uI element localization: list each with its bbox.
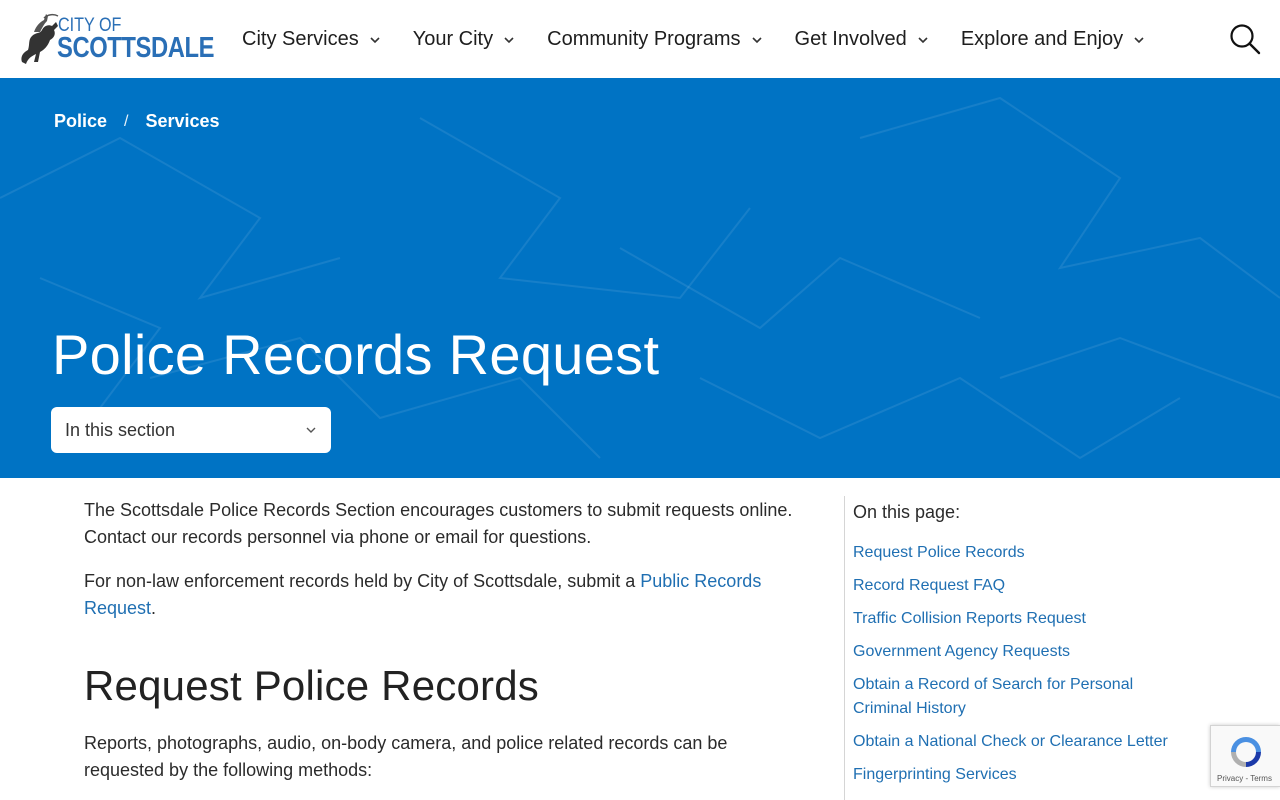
chevron-down-icon	[751, 37, 762, 44]
sidebar-link-government-agency[interactable]: Government Agency Requests	[853, 640, 1183, 664]
site-header: CITY OF SCOTTSDALE City Services Your Ci…	[0, 0, 1280, 78]
breadcrumb: Police / Services	[54, 111, 220, 132]
sidebar-title: On this page:	[853, 502, 961, 522]
nav-community-programs[interactable]: Community Programs	[547, 28, 763, 51]
logo-scottsdale: SCOTTSDALE	[57, 32, 215, 64]
dropdown-value: In this section	[65, 419, 176, 440]
paragraph-text: For non-law enforcement records held by …	[84, 571, 641, 591]
nav-get-involved[interactable]: Get Involved	[795, 28, 930, 51]
city-logo[interactable]: CITY OF SCOTTSDALE	[14, 12, 214, 68]
nav-label: Explore and Enjoy	[960, 27, 1124, 50]
breadcrumb-services[interactable]: Services	[145, 111, 219, 132]
page-title: Police Records Request	[52, 323, 660, 386]
recaptcha-icon	[1231, 737, 1261, 767]
sidebar-link-request-police-records[interactable]: Request Police Records	[853, 541, 1183, 565]
nav-label: Community Programs	[547, 27, 741, 50]
chevron-down-icon	[1134, 37, 1144, 44]
nav-label: Get Involved	[794, 27, 907, 50]
nav-your-city[interactable]: Your City	[413, 28, 516, 51]
sidebar-link-fingerprinting[interactable]: Fingerprinting Services	[853, 763, 1183, 787]
bronco-rider-icon	[21, 13, 59, 64]
breadcrumb-separator: /	[124, 112, 129, 130]
search-icon[interactable]	[1228, 22, 1262, 56]
recaptcha-terms: Privacy - Terms	[1217, 774, 1272, 783]
public-records-paragraph: For non-law enforcement records held by …	[84, 568, 804, 622]
in-this-section-dropdown[interactable]: In this section	[51, 407, 331, 453]
chevron-down-icon	[504, 37, 514, 44]
sidebar-link-traffic-collision[interactable]: Traffic Collision Reports Request	[853, 607, 1183, 631]
nav-label: City Services	[242, 27, 359, 50]
hero-banner: Police / Services Police Records Request…	[0, 78, 1280, 478]
nav-label: Your City	[412, 27, 494, 50]
recaptcha-badge[interactable]: Privacy - Terms	[1210, 725, 1280, 787]
sidebar-link-list: Request Police Records Record Request FA…	[853, 541, 1183, 796]
paragraph-text-end: .	[151, 598, 157, 618]
sidebar-link-record-request-faq[interactable]: Record Request FAQ	[853, 574, 1183, 598]
methods-paragraph: Reports, photographs, audio, on-body cam…	[84, 733, 728, 780]
sidebar-link-criminal-history[interactable]: Obtain a Record of Search for Personal C…	[853, 673, 1183, 721]
breadcrumb-police[interactable]: Police	[54, 111, 107, 132]
nav-city-services[interactable]: City Services	[242, 28, 382, 51]
main-nav: City Services Your City Community Progra…	[242, 0, 1177, 78]
sidebar-link-clearance-letter[interactable]: Obtain a National Check or Clearance Let…	[853, 730, 1183, 754]
chevron-down-icon	[370, 37, 380, 44]
chevron-down-icon	[306, 427, 316, 433]
section-heading: Request Police Records	[84, 662, 539, 709]
on-this-page-sidebar: On this page: Request Police Records Rec…	[844, 496, 1184, 800]
intro-paragraph: The Scottsdale Police Records Section en…	[84, 500, 793, 547]
chevron-down-icon	[918, 37, 928, 44]
nav-explore-and-enjoy[interactable]: Explore and Enjoy	[961, 28, 1146, 51]
